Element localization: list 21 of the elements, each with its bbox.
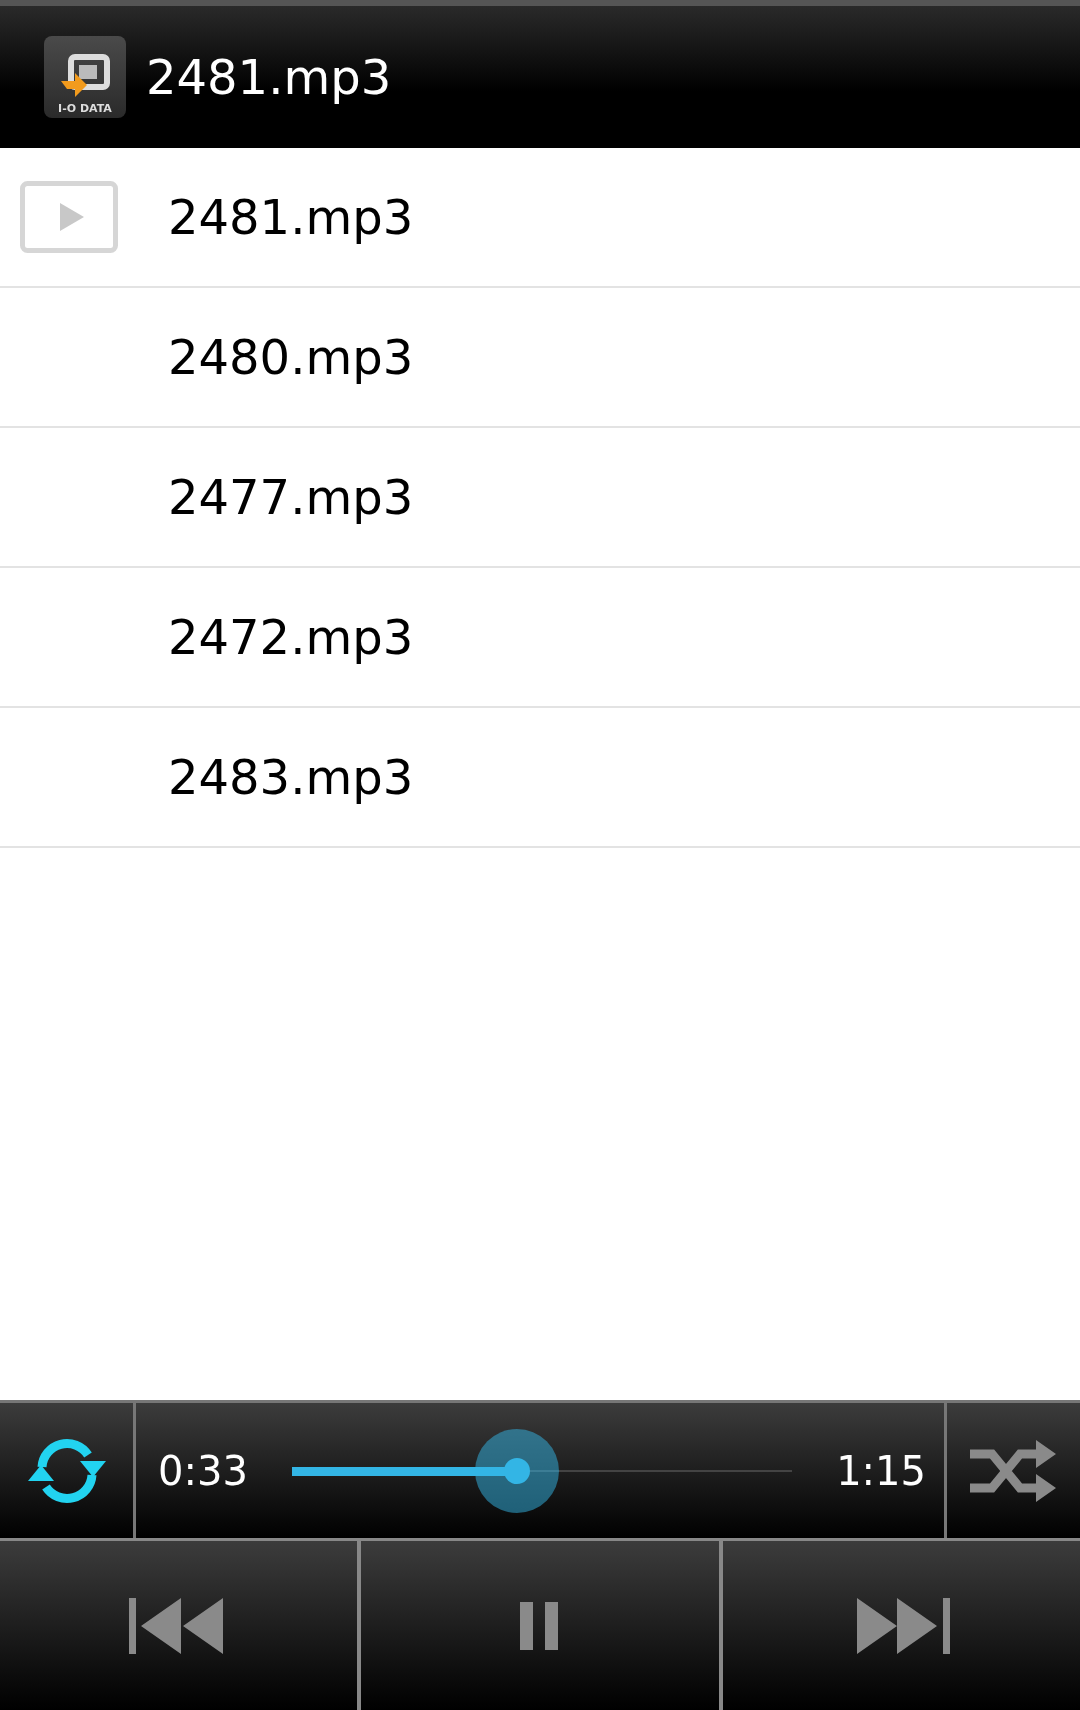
track-row[interactable]: 2472.mp3: [0, 568, 1080, 708]
elapsed-time: 0:33: [158, 1446, 248, 1496]
track-row[interactable]: 2477.mp3: [0, 428, 1080, 568]
logo-text: I-O DATA: [58, 103, 112, 114]
track-row[interactable]: 2481.mp3: [0, 148, 1080, 288]
previous-button[interactable]: [0, 1541, 358, 1710]
shuffle-button[interactable]: [947, 1403, 1080, 1538]
seek-bar[interactable]: [291, 1428, 793, 1513]
track-name: 2472.mp3: [168, 608, 414, 667]
pause-icon: [520, 1601, 560, 1650]
track-name: 2477.mp3: [168, 468, 414, 527]
pause-button[interactable]: [361, 1541, 719, 1710]
track-name: 2480.mp3: [168, 328, 414, 387]
track-row[interactable]: 2480.mp3: [0, 288, 1080, 428]
next-button[interactable]: [722, 1541, 1080, 1710]
track-row[interactable]: 2483.mp3: [0, 708, 1080, 848]
total-time: 1:15: [836, 1446, 926, 1496]
repeat-button[interactable]: [0, 1403, 133, 1538]
track-name: 2481.mp3: [168, 188, 414, 247]
screen-title: 2481.mp3: [146, 48, 392, 107]
track-name: 2483.mp3: [168, 748, 414, 807]
